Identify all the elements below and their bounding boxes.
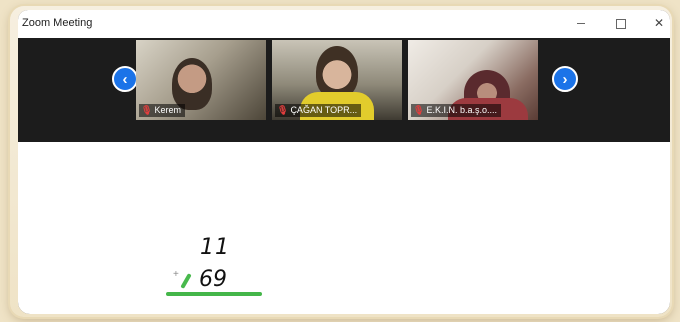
participant-video [172, 58, 212, 110]
video-tile[interactable]: 🎙 E.K.I.N. b.a.ş.o.... [408, 40, 538, 120]
close-button[interactable]: ✕ [648, 14, 670, 32]
next-page-button[interactable]: › [552, 66, 578, 92]
minimize-button[interactable] [570, 14, 592, 32]
video-tile[interactable]: 🎙 Kerem [136, 40, 266, 120]
zoom-window: Zoom Meeting ✕ ‹ 🎙 Kerem 🎙 ÇAĞAN TOPR...… [18, 10, 670, 314]
participant-name: Kerem [154, 105, 181, 115]
title-bar: Zoom Meeting ✕ [18, 10, 670, 38]
participant-video [316, 46, 358, 98]
participant-name: E.K.I.N. b.a.ş.o.... [426, 105, 497, 115]
minimize-icon [577, 23, 585, 25]
window-title: Zoom Meeting [22, 17, 93, 29]
mic-muted-icon: 🎙 [277, 105, 289, 115]
handwritten-number-top: 11 [200, 235, 230, 260]
shared-whiteboard[interactable]: 11 + 69 [18, 142, 670, 314]
chevron-left-icon: ‹ [122, 71, 128, 88]
maximize-button[interactable] [610, 14, 632, 32]
chevron-right-icon: › [562, 71, 568, 88]
participant-name-tag: 🎙 ÇAĞAN TOPR... [275, 104, 362, 117]
mic-muted-icon: 🎙 [413, 105, 425, 115]
maximize-icon [616, 18, 626, 29]
previous-page-button[interactable]: ‹ [112, 66, 138, 92]
mic-muted-icon: 🎙 [141, 105, 153, 115]
participant-name-tag: 🎙 E.K.I.N. b.a.ş.o.... [411, 104, 501, 117]
participant-name: ÇAĞAN TOPR... [290, 105, 358, 115]
green-underline-annotation [166, 292, 262, 296]
close-icon: ✕ [653, 16, 665, 30]
plus-sign: + [173, 269, 179, 280]
participant-name-tag: 🎙 Kerem [139, 104, 185, 117]
handwritten-number-bottom: 69 [199, 267, 227, 292]
green-annotation-stroke [180, 273, 192, 289]
video-tile[interactable]: 🎙 ÇAĞAN TOPR... [272, 40, 402, 120]
